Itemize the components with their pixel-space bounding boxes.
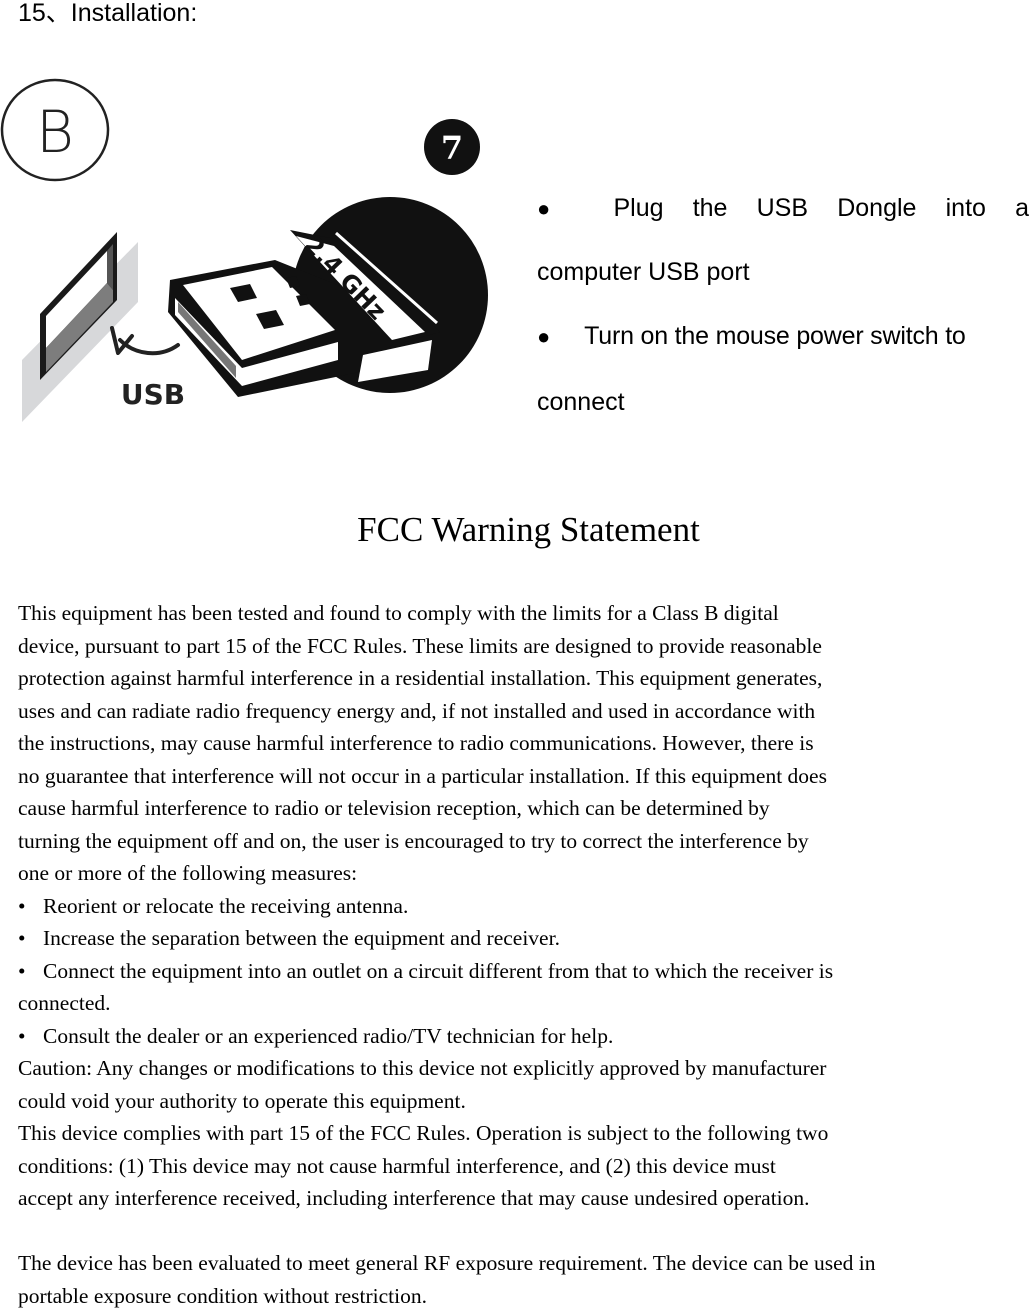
paragraph-line: the instructions, may cause harmful inte…: [18, 727, 1029, 760]
fcc-heading: FCC Warning Statement: [14, 508, 1029, 552]
step-word: USB: [757, 193, 808, 223]
usb-port-label: USB: [121, 378, 185, 411]
paragraph-line: cause harmful interference to radio or t…: [18, 792, 1029, 825]
compliance-line: accept any interference received, includ…: [18, 1182, 1029, 1215]
paragraph-line: protection against harmful interference …: [18, 662, 1029, 695]
fcc-statement-body: This equipment has been tested and found…: [18, 597, 1029, 1312]
caution-line: could void your authority to operate thi…: [18, 1085, 1029, 1118]
step-plug-dongle: ● Plug the USB Dongle into a: [537, 193, 1029, 224]
bullet-icon: ●: [537, 324, 550, 349]
usb-dongle-illustration: B USB 7 2.4 GHz: [0, 70, 500, 440]
paragraph-line: This equipment has been tested and found…: [18, 597, 1029, 630]
step-power-switch-continuation: connect: [537, 387, 625, 417]
rf-exposure-paragraph: The device has been evaluated to meet ge…: [18, 1247, 1029, 1312]
step-plug-dongle-continuation: computer USB port: [537, 257, 750, 287]
badge-letter: B: [36, 98, 74, 166]
measure-text: Reorient or relocate the receiving anten…: [43, 894, 408, 918]
step-b-badge: B: [2, 80, 108, 180]
measure-text: Increase the separation between the equi…: [43, 926, 560, 950]
caution-paragraph: Caution: Any changes or modifications to…: [18, 1052, 1029, 1117]
paragraph-line: one or more of the following measures:: [18, 857, 1029, 890]
measure-text: Connect the equipment into an outlet on …: [43, 959, 833, 983]
measure-text: Consult the dealer or an experienced rad…: [43, 1024, 613, 1048]
measure-item: •Increase the separation between the equ…: [18, 922, 1029, 955]
step-power-switch: ● Turn on the mouse power switch to: [537, 321, 966, 352]
paragraph-line: device, pursuant to part 15 of the FCC R…: [18, 630, 1029, 663]
measure-item: •Consult the dealer or an experienced ra…: [18, 1020, 1029, 1053]
fcc-paragraph: This equipment has been tested and found…: [18, 597, 1029, 890]
caution-line: Caution: Any changes or modifications to…: [18, 1052, 1029, 1085]
measure-item: •Connect the equipment into an outlet on…: [18, 955, 1029, 988]
bullet-icon: •: [18, 1020, 43, 1053]
step-word: the: [693, 193, 728, 223]
bullet-icon: •: [18, 890, 43, 923]
step-word: Plug: [613, 193, 663, 223]
step-number-badge: 7: [420, 115, 484, 179]
rf-line: portable exposure condition without rest…: [18, 1280, 1029, 1312]
section-title: 15、Installation:: [18, 0, 197, 28]
measures-list: •Reorient or relocate the receiving ante…: [18, 890, 1029, 1053]
measure-item: •Reorient or relocate the receiving ante…: [18, 890, 1029, 923]
insert-arrow-icon: [112, 328, 178, 353]
step-word: into: [946, 193, 986, 223]
compliance-line: conditions: (1) This device may not caus…: [18, 1150, 1029, 1183]
paragraph-line: uses and can radiate radio frequency ene…: [18, 695, 1029, 728]
step-text: Turn on the mouse power switch to: [584, 322, 966, 350]
rf-line: The device has been evaluated to meet ge…: [18, 1247, 1029, 1280]
step-word: Dongle: [837, 193, 916, 223]
measure-item-continuation: connected.: [18, 987, 1029, 1020]
compliance-line: This device complies with part 15 of the…: [18, 1117, 1029, 1150]
paragraph-gap: [18, 1215, 1029, 1248]
paragraph-line: no guarantee that interference will not …: [18, 760, 1029, 793]
bullet-icon: ●: [537, 194, 550, 224]
bullet-icon: •: [18, 955, 43, 988]
paragraph-line: turning the equipment off and on, the us…: [18, 825, 1029, 858]
compliance-paragraph: This device complies with part 15 of the…: [18, 1117, 1029, 1215]
step-number: 7: [441, 129, 463, 167]
bullet-icon: •: [18, 922, 43, 955]
step-word: a: [1015, 193, 1029, 223]
